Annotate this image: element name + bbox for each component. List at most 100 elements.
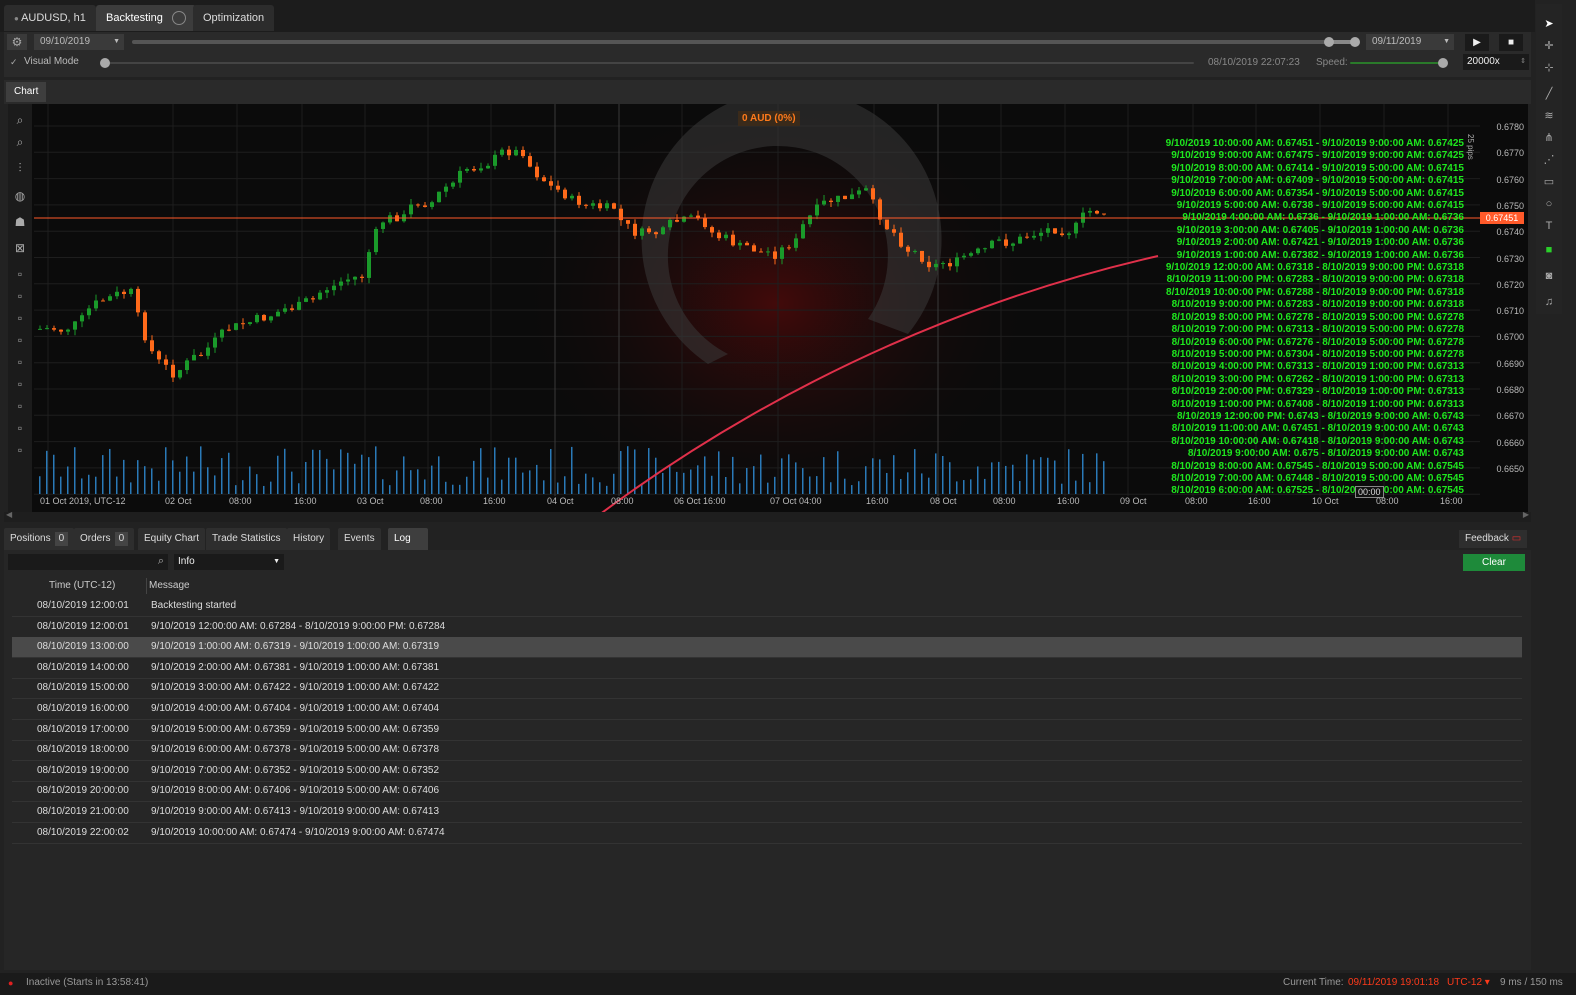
log-row[interactable]: 08/10/2019 16:00:00 9/10/2019 4:00:00 AM:… [12, 699, 1522, 720]
timeframe-icon[interactable]: ▫ [12, 332, 28, 348]
globe-icon[interactable]: ◍ [12, 188, 28, 204]
visual-mode-checkbox[interactable]: ✓ [10, 57, 18, 68]
timeframe-icon[interactable]: ▫ [12, 398, 28, 414]
candle-body [703, 217, 707, 228]
tab-audusd-h1[interactable]: ● AUDUSD, h1 [4, 5, 96, 31]
zoom-out-icon[interactable]: ⌕ [12, 134, 28, 150]
log-row[interactable]: 08/10/2019 15:00:00 9/10/2019 3:00:00 AM:… [12, 678, 1522, 700]
tab-positions[interactable]: Positions 0 [4, 528, 75, 550]
volume-bar [851, 485, 853, 494]
trendline-icon[interactable]: ╱ [1541, 86, 1557, 102]
progress-handle[interactable] [100, 58, 110, 68]
gear-icon[interactable]: ⚙ [7, 34, 27, 50]
range-end-handle[interactable] [1350, 37, 1360, 47]
tab-trade-statistics[interactable]: Trade Statistics [206, 528, 287, 550]
color-picker-icon[interactable]: ■ [1541, 242, 1557, 258]
log-search-input[interactable]: ⌕ [8, 554, 168, 570]
tab-optimization[interactable]: Optimization [193, 5, 275, 31]
pause-circle-icon[interactable] [171, 11, 186, 26]
crosshair-icon[interactable]: ✛ [1541, 38, 1557, 54]
timeframe-icon[interactable]: ▫ [12, 310, 28, 326]
timezone-selector[interactable]: UTC-12 ▾ [1447, 977, 1490, 988]
range-start-handle[interactable] [1324, 37, 1334, 47]
volume-bar [417, 469, 419, 494]
candle-body [1018, 236, 1022, 244]
rectangle-icon[interactable]: ▭ [1541, 174, 1557, 190]
tab-orders[interactable]: Orders 0 [74, 528, 135, 550]
candle-body [80, 315, 84, 322]
volume-bar [725, 477, 727, 494]
timeframe-icon[interactable]: ▫ [12, 420, 28, 436]
arrow-right-icon[interactable]: ▶ [1523, 510, 1529, 519]
cursor-icon[interactable]: ➤ [1541, 16, 1557, 32]
camera-icon[interactable]: ◙ [1541, 268, 1557, 284]
timeframe-icon[interactable]: ▫ [12, 266, 28, 282]
hat-icon[interactable]: ☗ [12, 214, 28, 230]
text-icon[interactable]: T [1541, 218, 1557, 234]
log-row[interactable]: 08/10/2019 22:00:02 9/10/2019 10:00:00 AM… [12, 823, 1522, 844]
start-date-picker[interactable]: 09/10/2019 ▼ [34, 34, 124, 50]
log-row[interactable]: 08/10/2019 13:00:00 9/10/2019 1:00:00 AM:… [12, 637, 1522, 659]
channel-icon[interactable]: ⋰ [1541, 152, 1557, 168]
timeframe-icon[interactable]: ▫ [12, 376, 28, 392]
timeframe-icon[interactable]: ▫ [12, 288, 28, 304]
candle-body [1039, 232, 1043, 236]
column-divider[interactable] [146, 578, 147, 594]
bell-icon[interactable]: ♫ [1541, 294, 1557, 310]
stepper-icon[interactable]: ⇕ [1520, 54, 1526, 70]
circle-icon[interactable]: ○ [1541, 196, 1557, 212]
price-axis[interactable]: 0.6780 0.6770 0.6760 0.6750 0.6740 0.6730 0.67… [1482, 104, 1528, 496]
date-range-slider[interactable] [132, 40, 1358, 44]
feedback-button[interactable]: Feedback ▭ [1459, 530, 1528, 548]
arrow-left-icon[interactable]: ◀ [6, 510, 12, 519]
tab-log[interactable]: Log [388, 528, 428, 550]
measure-icon[interactable]: ⊹ [1541, 60, 1557, 76]
speed-input[interactable]: 20000x ⇕ [1463, 54, 1529, 70]
log-row[interactable]: 08/10/2019 14:00:00 9/10/2019 2:00:00 AM:… [12, 658, 1522, 679]
col-header-message[interactable]: Message [149, 576, 190, 596]
zoom-in-icon[interactable]: ⌕ [12, 112, 28, 128]
log-message: 9/10/2019 8:00:00 AM: 0.67406 - 9/10/201… [151, 785, 440, 797]
price-chart[interactable]: ⌕ ⌕ ⫶ ◍ ☗ ⊠ ▫ ▫ ▫ ▫ ▫ ▫ ▫ ▫ ▫ 0 AUD (0%)… [8, 104, 1528, 512]
candle-body [164, 359, 168, 365]
candle-body [773, 251, 777, 259]
chart-settings-icon[interactable]: ⊠ [12, 240, 28, 256]
speed-slider[interactable] [1350, 62, 1446, 64]
stop-button[interactable]: ■ [1499, 34, 1523, 51]
timeframe-icon[interactable]: ▫ [12, 354, 28, 370]
log-level-select[interactable]: Info ▼ [174, 554, 284, 570]
zigzag-line: 9/10/2019 6:00:00 AM: 0.67354 - 9/10/201… [1171, 187, 1464, 199]
log-row[interactable]: 08/10/2019 20:00:00 9/10/2019 8:00:00 AM:… [12, 781, 1522, 803]
timeframe-icon[interactable]: ▫ [12, 442, 28, 458]
end-date-picker[interactable]: 09/11/2019 ▼ [1366, 34, 1454, 50]
log-row[interactable]: 08/10/2019 12:00:01 Backtesting started [12, 596, 1522, 617]
tab-chart[interactable]: Chart [6, 82, 47, 102]
tab-events[interactable]: Events [338, 528, 381, 550]
candle-body [213, 337, 217, 348]
volume-bar [277, 455, 279, 494]
candles-icon[interactable]: ⫶ [12, 160, 28, 176]
chart-horizontal-scrollbar[interactable]: ◀ ▶ [4, 510, 1531, 522]
zigzag-line: 9/10/2019 12:00:00 AM: 0.67318 - 8/10/20… [1165, 262, 1464, 274]
log-row[interactable]: 08/10/2019 19:00:00 9/10/2019 7:00:00 AM:… [12, 761, 1522, 782]
candle-body [934, 263, 938, 268]
clear-button[interactable]: Clear [1463, 554, 1525, 571]
fibonacci-icon[interactable]: ≋ [1541, 108, 1557, 124]
log-message: 9/10/2019 2:00:00 AM: 0.67381 - 9/10/201… [151, 661, 440, 673]
speed-handle[interactable] [1438, 58, 1448, 68]
tab-equity-chart[interactable]: Equity Chart [138, 528, 206, 550]
log-row[interactable]: 08/10/2019 18:00:00 9/10/2019 6:00:00 AM:… [12, 740, 1522, 762]
tab-backtesting[interactable]: Backtesting [96, 5, 196, 31]
volume-bar [368, 457, 370, 494]
latency: 9 ms / 150 ms [1500, 977, 1563, 988]
candle-body [668, 219, 672, 228]
progress-slider[interactable] [104, 62, 1194, 64]
pitchfork-icon[interactable]: ⋔ [1541, 130, 1557, 146]
tab-history[interactable]: History [287, 528, 331, 550]
candle-body [185, 360, 189, 371]
log-row[interactable]: 08/10/2019 21:00:00 9/10/2019 9:00:00 AM:… [12, 802, 1522, 823]
col-header-time[interactable]: Time (UTC-12) [49, 576, 115, 596]
play-button[interactable]: ▶ [1465, 34, 1489, 51]
log-row[interactable]: 08/10/2019 17:00:00 9/10/2019 5:00:00 AM:… [12, 720, 1522, 741]
log-row[interactable]: 08/10/2019 12:00:01 9/10/2019 12:00:00 AM… [12, 617, 1522, 638]
